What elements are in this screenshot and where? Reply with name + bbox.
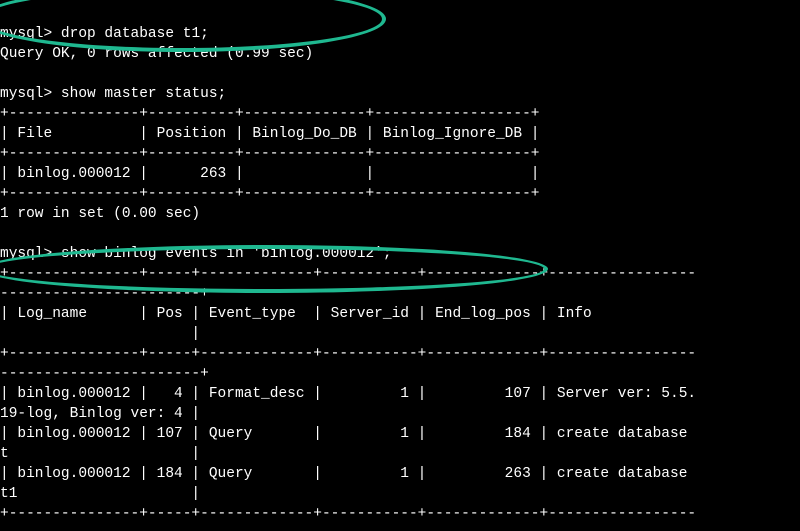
binlog-table-border: +---------------+-----+-------------+---… bbox=[0, 266, 696, 282]
prompt-line-1[interactable]: mysql> drop database t1; bbox=[0, 26, 209, 42]
sql-command-drop: drop database t1; bbox=[61, 26, 209, 42]
status-table-border: +---------------+----------+------------… bbox=[0, 106, 540, 122]
status-table-row: | binlog.000012 | 263 | | | bbox=[0, 166, 540, 182]
binlog-table-border-wrap: -----------------------+ bbox=[0, 366, 209, 382]
binlog-table-row-wrap: t | bbox=[0, 446, 200, 462]
binlog-table-row: | binlog.000012 | 107 | Query | 1 | 184 … bbox=[0, 426, 696, 442]
binlog-table-border: +---------------+-----+-------------+---… bbox=[0, 506, 696, 522]
binlog-table-row: | binlog.000012 | 184 | Query | 1 | 263 … bbox=[0, 466, 696, 482]
status-table-border: +---------------+----------+------------… bbox=[0, 146, 540, 162]
blank-line bbox=[0, 66, 9, 82]
sql-command-binlog: show binlog events in 'binlog.000012'; bbox=[61, 246, 392, 262]
status-rows-result: 1 row in set (0.00 sec) bbox=[0, 206, 200, 222]
binlog-table-header-wrap: | bbox=[0, 326, 200, 342]
terminal-screen: mysql> drop database t1; Query OK, 0 row… bbox=[0, 0, 800, 531]
mysql-prompt: mysql> bbox=[0, 26, 52, 42]
binlog-table-row-wrap: t1 | bbox=[0, 486, 200, 502]
status-table-header: | File | Position | Binlog_Do_DB | Binlo… bbox=[0, 126, 540, 142]
prompt-line-2[interactable]: mysql> show master status; bbox=[0, 86, 226, 102]
mysql-prompt: mysql> bbox=[0, 246, 52, 262]
binlog-table-border: +---------------+-----+-------------+---… bbox=[0, 346, 696, 362]
sql-command-status: show master status; bbox=[61, 86, 226, 102]
status-table-border: +---------------+----------+------------… bbox=[0, 186, 540, 202]
prompt-line-3[interactable]: mysql> show binlog events in 'binlog.000… bbox=[0, 246, 392, 262]
binlog-table-header: | Log_name | Pos | Event_type | Server_i… bbox=[0, 306, 696, 322]
mysql-prompt: mysql> bbox=[0, 86, 52, 102]
binlog-table-row-wrap: 19-log, Binlog ver: 4 | bbox=[0, 406, 200, 422]
binlog-table-row: | binlog.000012 | 4 | Format_desc | 1 | … bbox=[0, 386, 696, 402]
query-result-drop: Query OK, 0 rows affected (0.99 sec) bbox=[0, 46, 313, 62]
binlog-table-border-wrap: -----------------------+ bbox=[0, 286, 209, 302]
blank-line bbox=[0, 226, 9, 242]
